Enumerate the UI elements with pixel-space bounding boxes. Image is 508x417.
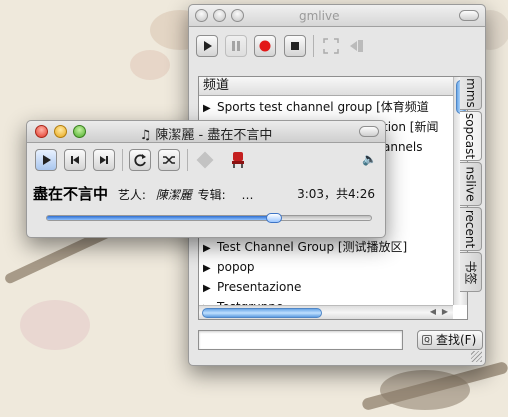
tab-nslive[interactable]: nslive — [460, 162, 482, 206]
toolbar-separator — [313, 35, 314, 57]
volume-icon[interactable]: 🔈 — [362, 152, 377, 166]
disclosure-triangle-icon[interactable]: ▶ — [203, 279, 217, 297]
puzzle-icon — [196, 151, 214, 169]
gmlive-titlebar[interactable]: gmlive — [189, 5, 485, 27]
channel-group-row[interactable]: ▶ Test Channel Group [测试播放区] — [203, 237, 451, 257]
toolbar-separator — [187, 149, 188, 171]
tab-bookmarks[interactable]: 书签 — [460, 252, 482, 292]
now-playing-info: 盡在不言中 艺人: 陳潔麗 专辑: … 3:03，共4:26 — [33, 183, 379, 203]
horizontal-scroll-thumb[interactable] — [202, 308, 322, 318]
progress-fill — [47, 216, 274, 220]
play-icon — [204, 41, 212, 51]
fullscreen-button[interactable] — [320, 35, 342, 57]
resize-grip[interactable] — [471, 351, 482, 362]
zoom-button[interactable] — [231, 9, 244, 22]
record-icon — [259, 40, 271, 52]
lyrics-button[interactable] — [194, 149, 216, 171]
shuffle-button[interactable] — [158, 149, 180, 171]
play-button[interactable] — [196, 35, 218, 57]
toolbar-toggle-button[interactable] — [459, 10, 479, 21]
scroll-right-arrow-icon[interactable]: ▶ — [439, 305, 451, 319]
search-icon: Q — [422, 335, 432, 345]
repeat-button[interactable] — [129, 149, 151, 171]
next-button[interactable] — [93, 149, 115, 171]
play-icon — [43, 155, 51, 165]
channel-group-row[interactable]: ▶ Presentazione — [203, 277, 451, 297]
fullscreen-icon — [323, 38, 339, 54]
channel-group-label: Test Channel Group [测试播放区] — [217, 240, 408, 254]
player-toolbar-toggle[interactable] — [359, 126, 379, 137]
tab-recent[interactable]: recent — [460, 207, 482, 251]
shuffle-icon — [163, 156, 175, 164]
channel-group-label: Presentazione — [217, 280, 302, 294]
channel-column-header[interactable]: 频道 — [199, 77, 453, 96]
album-label: 专辑: — [197, 188, 226, 202]
stop-icon — [291, 42, 299, 50]
chair-icon — [232, 152, 244, 168]
toolbar-separator — [122, 149, 123, 171]
disclosure-triangle-icon[interactable]: ▶ — [203, 239, 217, 257]
artist-label: 艺人: — [117, 188, 146, 202]
tab-mms[interactable]: mms — [460, 76, 482, 110]
player-title: ♫ 陳潔麗 - 盡在不言中 — [139, 128, 273, 143]
minimize-button[interactable] — [213, 9, 226, 22]
play-button[interactable] — [35, 149, 57, 171]
disclosure-triangle-icon[interactable]: ▶ — [203, 99, 217, 117]
disclosure-triangle-icon[interactable]: ▶ — [203, 259, 217, 277]
progress-slider[interactable] — [46, 213, 372, 223]
export-button[interactable] — [346, 35, 368, 57]
player-titlebar[interactable]: ♫ 陳潔麗 - 盡在不言中 — [27, 121, 385, 143]
channel-group-row[interactable]: ▶ Sports test channel group [体育频道 — [203, 97, 451, 117]
scroll-left-arrow-icon[interactable]: ◀ — [427, 305, 439, 319]
previous-button[interactable] — [64, 149, 86, 171]
song-title: 盡在不言中 — [33, 185, 109, 203]
stop-button[interactable] — [284, 35, 306, 57]
find-button[interactable]: Q 查找(F) — [417, 330, 483, 350]
record-button[interactable] — [254, 35, 276, 57]
channel-group-label: popop — [217, 260, 255, 274]
time-display: 3:03，共4:26 — [297, 187, 375, 201]
playlist-button[interactable] — [227, 149, 249, 171]
player-window: ♫ 陳潔麗 - 盡在不言中 🔈 盡在不言中 艺人: 陳潔麗 专辑: … 3:03… — [26, 120, 386, 238]
next-icon — [100, 156, 108, 164]
search-input[interactable] — [198, 330, 403, 350]
find-button-label: 查找(F) — [436, 333, 477, 347]
close-button[interactable] — [195, 9, 208, 22]
tab-sopcast[interactable]: sopcast — [460, 111, 482, 161]
repeat-icon — [134, 154, 146, 167]
pause-icon — [232, 41, 240, 51]
channel-group-label: Sports test channel group [体育频道 — [217, 100, 429, 114]
pause-button[interactable] — [225, 35, 247, 57]
channel-group-row[interactable]: ▶ popop — [203, 257, 451, 277]
gmlive-title: gmlive — [299, 9, 340, 23]
artist-name: 陳潔麗 — [155, 188, 192, 202]
horizontal-scrollbar[interactable]: ◀ ▶ — [199, 305, 453, 319]
progress-knob[interactable] — [265, 213, 282, 223]
album-name: … — [241, 188, 254, 202]
arrow-left-icon — [350, 40, 363, 52]
previous-icon — [71, 156, 79, 164]
